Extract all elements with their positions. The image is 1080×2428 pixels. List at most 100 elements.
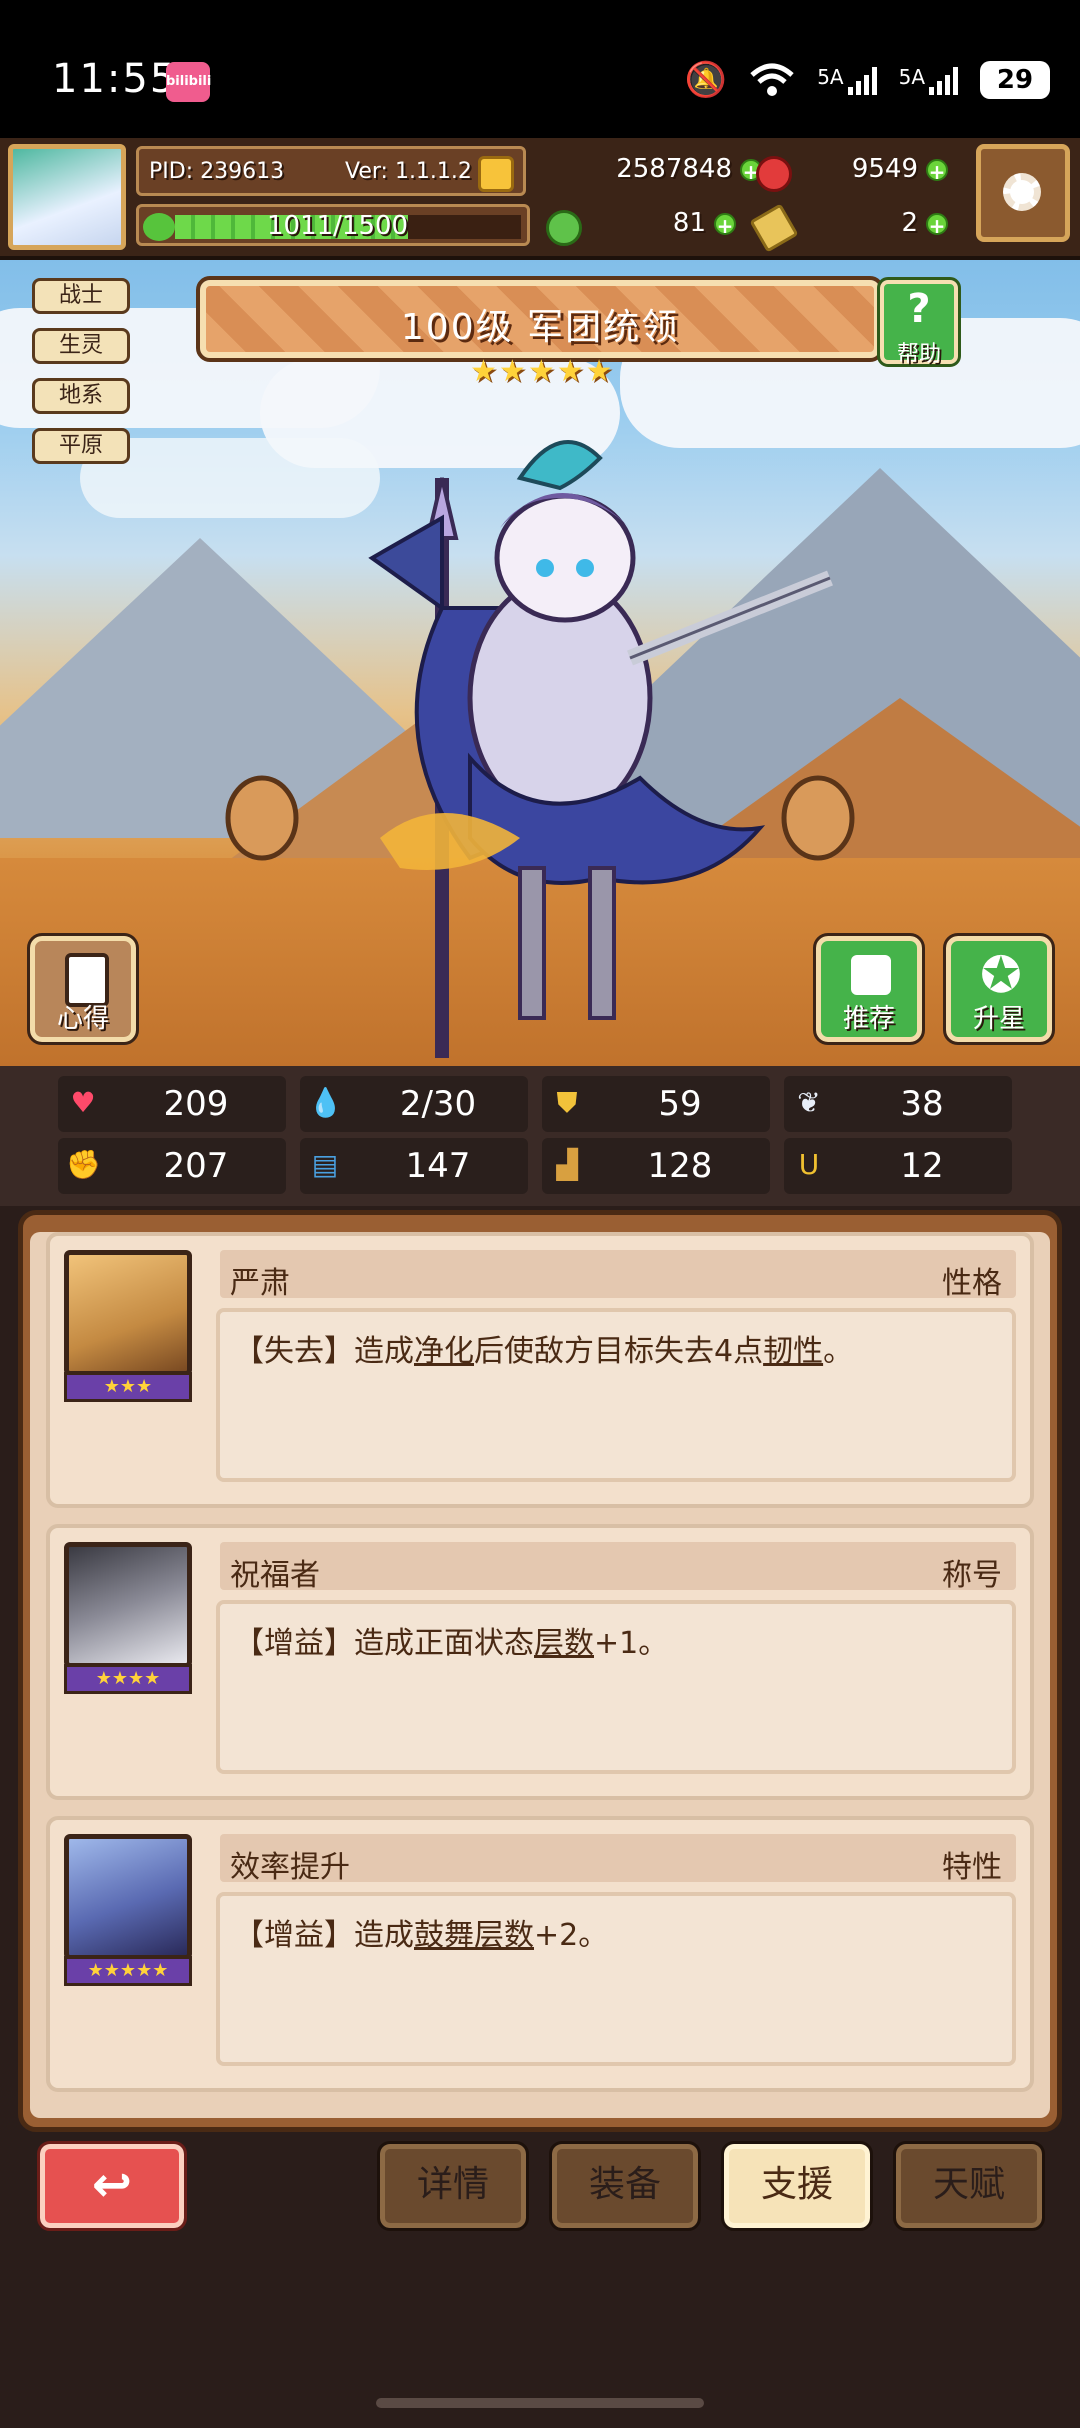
status-time: 11:55: [52, 56, 178, 102]
clover-icon: [546, 210, 582, 246]
hero-sprite: [225, 440, 855, 1058]
hero-title: 100级 军团统领: [400, 307, 680, 348]
card-header: 效率提升 特性: [220, 1834, 1016, 1885]
desc-part: 【失去】造成: [234, 1334, 414, 1369]
stat-value: 59: [658, 1084, 702, 1124]
upgrade-label: 升星: [972, 1004, 1025, 1034]
xp-icon: [143, 213, 175, 241]
keyword-link[interactable]: 净化: [414, 1334, 474, 1369]
portrait-title: [64, 1542, 192, 1668]
gold-value: 2587848: [616, 154, 732, 184]
water-drop-icon: 💧: [308, 1086, 343, 1119]
horseshoe-icon: Ս: [798, 1148, 820, 1181]
card-description: 【增益】造成鼓舞层数+2。: [234, 1910, 608, 1954]
wing-icon: ❦: [797, 1086, 821, 1119]
hero-tag-terrain[interactable]: 平原: [32, 428, 130, 464]
back-button[interactable]: ↩: [37, 2141, 187, 2231]
support-card-personality[interactable]: ★★★ 严肃 性格 【失去】造成净化后使敌方目标失去4点韧性。: [46, 1232, 1034, 1508]
gold-panel: 2587848 +: [478, 146, 762, 196]
desc-part: 后使敌方目标失去4点: [474, 1334, 764, 1369]
portrait-personality: [64, 1250, 192, 1376]
card-type: 特性: [942, 1850, 1002, 1885]
star-upgrade-icon: ✪: [980, 946, 1022, 1004]
stat-box[interactable]: ⛊ 59: [542, 1076, 770, 1132]
book-icon: ▤: [311, 1148, 339, 1181]
question-icon: ?: [907, 286, 931, 332]
add-clover-button[interactable]: +: [714, 213, 736, 237]
stat-box[interactable]: 💧 2/30: [300, 1076, 528, 1132]
thumbs-up-icon: [851, 955, 891, 995]
star-icon: ★: [527, 354, 555, 389]
card-header: 祝福者 称号: [220, 1542, 1016, 1593]
add-gem-button[interactable]: +: [926, 159, 948, 183]
card-stars: ★★★★: [64, 1664, 192, 1694]
portrait-trait: [64, 1834, 192, 1960]
signal-1-label: 5A: [817, 65, 844, 89]
stat-box[interactable]: ❦ 38: [784, 1076, 1012, 1132]
star-icon: ★: [470, 354, 497, 389]
battery-indicator: 29: [980, 61, 1050, 99]
stat-value: 2/30: [399, 1084, 477, 1124]
add-scroll-button[interactable]: +: [926, 213, 948, 237]
hero-tag-element[interactable]: 地系: [32, 378, 130, 414]
gem-panel: 9549 +: [756, 146, 948, 196]
desc-part: +2。: [534, 1918, 609, 1953]
notes-button[interactable]: 心得: [27, 933, 139, 1045]
stat-value: 38: [900, 1084, 944, 1124]
recommend-button[interactable]: 推荐: [813, 933, 925, 1045]
keyword-link[interactable]: 层数: [534, 1626, 594, 1661]
pid-panel: PID: 239613 Ver: 1.1.1.2: [136, 146, 526, 196]
shield-icon: ⛊: [556, 1086, 578, 1119]
support-card-title[interactable]: ★★★★ 祝福者 称号 【增益】造成正面状态层数+1。: [46, 1524, 1034, 1800]
star-icon: ★: [556, 354, 584, 389]
pid-label: PID: 239613: [149, 159, 285, 184]
recommend-label: 推荐: [842, 1004, 895, 1034]
upgrade-star-button[interactable]: ✪ 升星: [943, 933, 1055, 1045]
signal-2: 5A: [899, 65, 958, 95]
help-label: 帮助: [896, 342, 941, 367]
status-bar: 11:55 bilibili 🔕 5A 5A 29: [0, 0, 1080, 138]
xp-panel: 1011/1500: [136, 204, 530, 246]
hero-title-banner: 100级 军团统领: [196, 276, 884, 362]
settings-button[interactable]: [976, 144, 1070, 242]
card-description-box: 【增益】造成正面状态层数+1。: [216, 1600, 1016, 1774]
scroll-panel: 2 +: [749, 203, 948, 253]
stat-value: 207: [163, 1146, 229, 1186]
stat-box[interactable]: ♥ 209: [58, 1076, 286, 1132]
tab-support[interactable]: 支援: [721, 2141, 873, 2231]
return-arrow-icon: ↩: [91, 2157, 133, 2213]
wifi-icon: [750, 63, 794, 96]
tab-details[interactable]: 详情: [377, 2141, 529, 2231]
card-type: 性格: [942, 1266, 1002, 1301]
card-header: 严肃 性格: [220, 1250, 1016, 1301]
keyword-link[interactable]: 鼓舞层数: [414, 1918, 534, 1953]
hero-scene: [0, 138, 1080, 1066]
hero-tag-race[interactable]: 生灵: [32, 328, 130, 364]
status-icons: 🔕 5A 5A 29: [685, 58, 1050, 102]
desc-part: 【增益】造成正面状态: [234, 1626, 534, 1661]
stat-box[interactable]: Ս 12: [784, 1138, 1012, 1194]
card-stars: ★★★★★: [64, 1956, 192, 1986]
hero-tag-class[interactable]: 战士: [32, 278, 130, 314]
stat-box[interactable]: ▤ 147: [300, 1138, 528, 1194]
xp-value: 1011/1500: [267, 211, 409, 241]
keyword-link[interactable]: 韧性: [763, 1334, 823, 1369]
home-indicator[interactable]: [376, 2398, 704, 2408]
desc-part: +1。: [594, 1626, 669, 1661]
card-description-box: 【失去】造成净化后使敌方目标失去4点韧性。: [216, 1308, 1016, 1482]
support-card-trait[interactable]: ★★★★★ 效率提升 特性 【增益】造成鼓舞层数+2。: [46, 1816, 1034, 2092]
stat-box[interactable]: ▟ 128: [542, 1138, 770, 1194]
stat-box[interactable]: ✊ 207: [58, 1138, 286, 1194]
signal-1: 5A: [817, 65, 877, 95]
tab-equipment[interactable]: 装备: [549, 2141, 701, 2231]
heart-icon: ♥: [70, 1086, 96, 1119]
card-description: 【增益】造成正面状态层数+1。: [234, 1618, 668, 1662]
help-button[interactable]: ? 帮助: [877, 277, 961, 367]
stat-value: 147: [405, 1146, 471, 1186]
gold-coin-icon: [478, 156, 514, 192]
stat-value: 209: [163, 1084, 229, 1124]
card-description-box: 【增益】造成鼓舞层数+2。: [216, 1892, 1016, 2066]
player-avatar[interactable]: [8, 144, 126, 250]
clover-panel: 81 +: [540, 204, 736, 246]
tab-talent[interactable]: 天赋: [893, 2141, 1045, 2231]
